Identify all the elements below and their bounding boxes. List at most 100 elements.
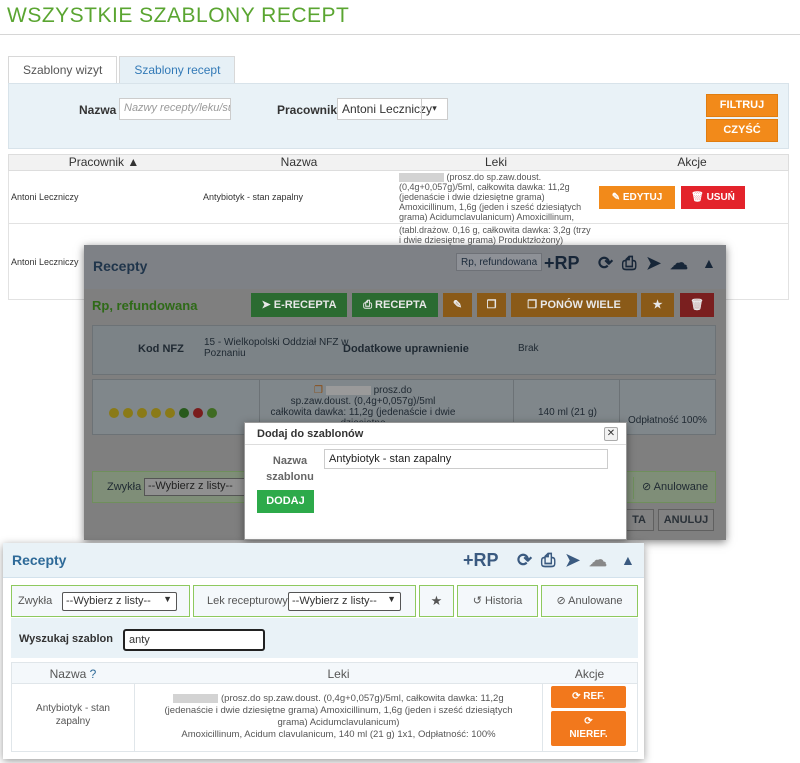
col-leki: Leki bbox=[484, 155, 507, 169]
redacted-name bbox=[173, 693, 219, 703]
col-nazwa: Nazwa ? bbox=[49, 667, 97, 681]
lek-label: Lek recepturowy bbox=[207, 595, 288, 607]
chevron-down-icon: ▼ bbox=[163, 594, 172, 604]
add-rp-button[interactable]: +RP bbox=[463, 550, 499, 571]
kod-nfz-value: 15 - Wielkopolski Oddział NFZ w Poznaniu bbox=[204, 337, 349, 359]
status-dot-icon bbox=[207, 408, 217, 418]
divider bbox=[0, 34, 800, 35]
add-rp-button[interactable]: +RP bbox=[544, 253, 580, 274]
col-pracownik[interactable]: Pracownik ▲ bbox=[9, 155, 199, 170]
tab-szablony-recept[interactable]: Szablony recept bbox=[119, 56, 236, 83]
row-nazwa: Antybiotyk - stan zapalny bbox=[203, 192, 304, 202]
copy-icon: ❐ bbox=[314, 385, 324, 396]
historia-button[interactable]: ↺ Historia bbox=[457, 585, 538, 617]
recepta-button[interactable]: ⎙ RECEPTA bbox=[352, 293, 438, 317]
panel-title: Recepty bbox=[12, 552, 67, 568]
anulowane-button[interactable]: ⊘ Anulowane bbox=[633, 477, 717, 499]
status-dot-icon bbox=[137, 408, 147, 418]
row-leki: (prosz.do sp.zaw.doust. (0,4g+0,057g)/5m… bbox=[399, 172, 582, 223]
collapse-icon[interactable]: ▲ bbox=[702, 255, 716, 271]
refresh-icon[interactable]: ⟳ bbox=[598, 253, 613, 274]
search-input[interactable]: anty bbox=[123, 629, 265, 651]
odplatnosc: Odpłatność 100% bbox=[628, 415, 707, 426]
dialog-header: Dodaj do szablonów ✕ bbox=[245, 423, 626, 445]
send-icon[interactable]: ➤ bbox=[565, 550, 580, 571]
filtruj-button[interactable]: FILTRUJ bbox=[706, 94, 778, 117]
trash-icon[interactable]: 🗑 bbox=[680, 293, 714, 317]
ponow-wiele-button[interactable]: ❐ PONÓW WIELE bbox=[511, 293, 637, 317]
table-row: Antybiotyk - stan zapalny (prosz.do sp.z… bbox=[11, 684, 638, 752]
uprawnienie-value: Brak bbox=[518, 343, 539, 354]
col-nazwa: Nazwa bbox=[280, 155, 318, 169]
table-header: Pracownik ▲ Nazwa Leki Akcje bbox=[8, 154, 789, 171]
dialog-title: Dodaj do szablonów bbox=[257, 428, 364, 440]
ta-button[interactable]: TA bbox=[624, 509, 654, 531]
close-icon[interactable]: ✕ bbox=[604, 427, 618, 441]
status-dot-icon bbox=[151, 408, 161, 418]
collapse-icon[interactable]: ▲ bbox=[621, 552, 635, 568]
ref-button[interactable]: ⟳ REF. bbox=[551, 686, 626, 708]
status-dot-icon bbox=[165, 408, 175, 418]
status-dot-icon bbox=[179, 408, 189, 418]
divider bbox=[542, 684, 543, 751]
nieref-button[interactable]: ⟳ NIEREF. bbox=[551, 711, 626, 746]
status-dot-icon bbox=[193, 408, 203, 418]
search-label: Wyszukaj szablon bbox=[19, 633, 113, 645]
redacted-name bbox=[399, 173, 444, 183]
dodaj-button[interactable]: DODAJ bbox=[257, 490, 314, 513]
lek-filter: Lek recepturowy --Wybierz z listy-- ▼ bbox=[193, 585, 416, 617]
cloud-icon[interactable]: ☁ bbox=[589, 550, 607, 571]
usun-button[interactable]: 🗑 USUŃ bbox=[681, 186, 745, 209]
tab-bar: Szablony wizyt Szablony recept bbox=[8, 56, 237, 83]
status-dot-icon bbox=[109, 408, 119, 418]
rp-subtitle: Rp, refundowana bbox=[92, 298, 198, 313]
zwykla-label: Zwykła bbox=[107, 481, 142, 493]
zwykla-select[interactable]: --Wybierz z listy-- bbox=[144, 478, 250, 496]
uprawnienie-label: Dodatkowe uprawnienie bbox=[343, 343, 469, 355]
help-icon: ? bbox=[89, 667, 97, 681]
nazwa-input[interactable]: Nazwy recepty/leku/subs bbox=[119, 98, 231, 120]
pencil-icon[interactable]: ✎ bbox=[443, 293, 472, 317]
rp-type-badge: Rp, refundowana bbox=[456, 253, 543, 271]
copy-icon[interactable]: ❐ bbox=[477, 293, 506, 317]
nazwa-label: Nazwa bbox=[79, 103, 117, 117]
zwykla-select[interactable]: --Wybierz z listy-- ▼ bbox=[62, 592, 177, 611]
col-akcje: Akcje bbox=[677, 155, 707, 169]
tab-szablony-wizyt[interactable]: Szablony wizyt bbox=[8, 56, 118, 83]
star-icon: ★ bbox=[430, 593, 443, 608]
pracownik-select[interactable]: Antoni Leczniczy ▾ bbox=[337, 98, 448, 120]
czysc-button[interactable]: CZYŚĆ bbox=[706, 119, 778, 142]
refresh-icon: ⟳ bbox=[572, 691, 581, 702]
star-button[interactable]: ★ bbox=[419, 585, 454, 617]
chevron-down-icon: ▼ bbox=[387, 594, 396, 604]
recepty-panel: Recepty +RP ⟳ ⎙ ➤ ☁ ▲ Zwykła --Wybierz z… bbox=[3, 543, 644, 759]
modal-header: Recepty Rp, refundowana +RP ⟳ ⎙ ➤ ☁ ▲ bbox=[84, 245, 726, 289]
row-leki: (prosz.do sp.zaw.doust. (0,4g+0,057g)/5m… bbox=[164, 693, 513, 740]
cloud-icon[interactable]: ☁ bbox=[670, 253, 688, 274]
col-akcje: Akcje bbox=[574, 667, 605, 681]
pracownik-select-value: Antoni Leczniczy bbox=[342, 102, 433, 116]
modal-title: Recepty bbox=[93, 258, 148, 274]
zwykla-filter: Zwykła --Wybierz z listy-- ▼ bbox=[11, 585, 190, 617]
chevron-down-icon: ▾ bbox=[421, 99, 447, 119]
edytuj-button[interactable]: ✎ EDYTUJ bbox=[599, 186, 675, 209]
print-icon[interactable]: ⎙ bbox=[541, 550, 555, 571]
star-icon[interactable]: ★ bbox=[641, 293, 674, 317]
anuluj-button[interactable]: ANULUJ bbox=[658, 509, 714, 531]
panel-header: Recepty +RP ⟳ ⎙ ➤ ☁ ▲ bbox=[3, 543, 644, 578]
template-name-input[interactable]: Antybiotyk - stan zapalny bbox=[324, 449, 608, 469]
anulowane-button[interactable]: ⊘ Anulowane bbox=[541, 585, 638, 617]
kod-nfz-label: Kod NFZ bbox=[138, 343, 184, 355]
add-template-dialog: Dodaj do szablonów ✕ Nazwa szablonu Anty… bbox=[244, 422, 627, 540]
refresh-icon[interactable]: ⟳ bbox=[517, 550, 532, 571]
e-recepta-button[interactable]: ➤ E-RECEPTA bbox=[251, 293, 347, 317]
pracownik-label: Pracownik bbox=[277, 103, 338, 117]
divider bbox=[134, 684, 135, 751]
status-dot-icon bbox=[123, 408, 133, 418]
lek-select[interactable]: --Wybierz z listy-- ▼ bbox=[288, 592, 401, 611]
print-icon[interactable]: ⎙ bbox=[622, 253, 636, 274]
redacted-name bbox=[325, 385, 371, 395]
amount: 140 ml (21 g) bbox=[538, 407, 597, 418]
row-pracownik: Antoni Leczniczy bbox=[11, 192, 79, 202]
send-icon[interactable]: ➤ bbox=[646, 253, 661, 274]
